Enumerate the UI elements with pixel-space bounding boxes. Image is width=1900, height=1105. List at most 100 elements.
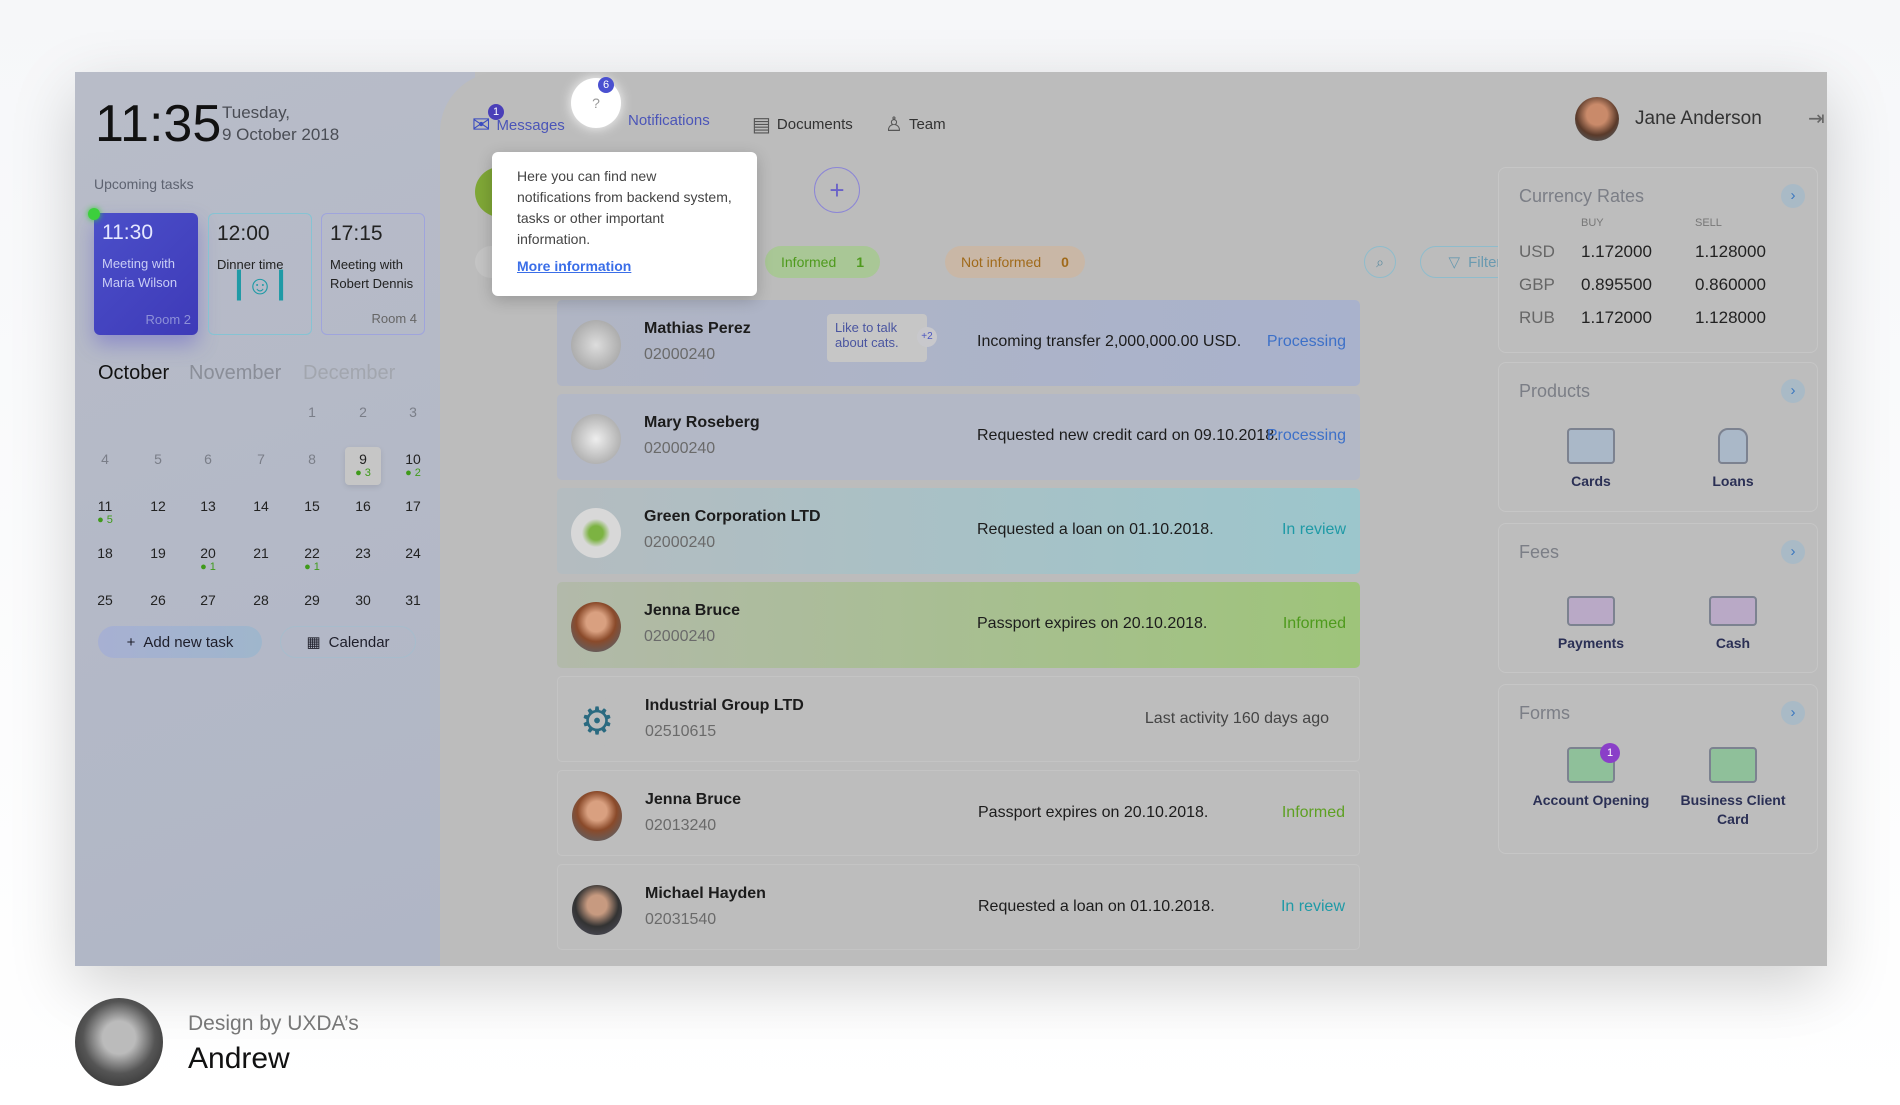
- calendar-label: Calendar: [328, 633, 390, 651]
- currency-rates-card: Currency Rates › BUY SELL USD 1.172000 1.1…: [1498, 167, 1818, 353]
- note-tag[interactable]: Like to talk about cats.: [827, 314, 927, 362]
- tab-label: Messages: [496, 116, 565, 134]
- calendar-day[interactable]: 16: [345, 494, 381, 532]
- user-avatar[interactable]: [1575, 97, 1619, 141]
- tab-team[interactable]: ♙ Team: [885, 112, 946, 137]
- calendar-day[interactable]: 29: [294, 588, 330, 626]
- calendar-day[interactable]: 4: [87, 447, 123, 485]
- calendar-day[interactable]: 12: [140, 494, 176, 532]
- day-number: 30: [355, 592, 371, 608]
- row-message: Requested a loan on 01.10.2018.: [978, 898, 1215, 915]
- fee-label: Cash: [1715, 635, 1751, 651]
- status-label: Informed: [1282, 615, 1346, 632]
- product-label: Loans: [1712, 473, 1754, 489]
- client-row[interactable]: Jenna Bruce 02013240 Passport expires on 2…: [557, 770, 1360, 856]
- chevron-right-icon[interactable]: ›: [1781, 379, 1805, 403]
- calendar-day[interactable]: 1: [294, 400, 330, 438]
- form-account-opening[interactable]: Account Opening: [1531, 747, 1651, 810]
- calendar-day[interactable]: 27: [190, 588, 226, 626]
- day-number: 14: [253, 498, 269, 514]
- month-december[interactable]: December: [303, 362, 395, 385]
- avatar: [571, 602, 621, 652]
- calendar-day[interactable]: 25: [87, 588, 123, 626]
- person-icon: ♙: [885, 114, 903, 136]
- calendar-day[interactable]: 6: [190, 447, 226, 485]
- calendar-day[interactable]: 7: [243, 447, 279, 485]
- filter-not-informed[interactable]: Not informed 0: [945, 246, 1085, 278]
- date: 9 October 2018: [222, 125, 340, 144]
- calendar-day[interactable]: 17: [395, 494, 431, 532]
- calendar-day[interactable]: 15: [294, 494, 330, 532]
- tab-notifications[interactable]: Notifications: [628, 112, 710, 129]
- more-information-link[interactable]: More information: [517, 258, 732, 274]
- task-card[interactable]: 12:00 Dinner time ┃☺┃: [208, 213, 312, 335]
- task-card[interactable]: 17:15 Meeting with Robert Dennis Room 4: [321, 213, 425, 335]
- client-row[interactable]: Mathias Perez 02000240 Incoming transfer 2…: [557, 300, 1360, 386]
- client-row[interactable]: ⚙ Industrial Group LTD 02510615 Last activi…: [557, 676, 1360, 762]
- calendar-day[interactable]: 26: [140, 588, 176, 626]
- product-label: Cards: [1571, 473, 1611, 489]
- client-name: Mary Roseberg: [644, 414, 760, 431]
- gear-logo-icon: ⚙: [572, 697, 622, 747]
- fee-cash[interactable]: Cash: [1673, 596, 1793, 653]
- month-november[interactable]: November: [189, 362, 281, 385]
- tab-documents[interactable]: ▤ Documents: [752, 112, 853, 137]
- plus-icon: +: [126, 633, 136, 651]
- calendar-day[interactable]: 5: [140, 447, 176, 485]
- tab-messages[interactable]: ✉ 1 Messages: [472, 104, 565, 138]
- add-button[interactable]: +: [814, 167, 860, 213]
- client-row[interactable]: Mary Roseberg 02000240 Requested new credi…: [557, 394, 1360, 480]
- calendar-day[interactable]: 2: [345, 400, 381, 438]
- calendar-day[interactable]: 13: [190, 494, 226, 532]
- calendar-day[interactable]: 28: [243, 588, 279, 626]
- calendar-day[interactable]: 3: [395, 400, 431, 438]
- day-number: 24: [405, 545, 421, 561]
- calendar-day[interactable]: 30: [345, 588, 381, 626]
- calendar-day[interactable]: 14: [243, 494, 279, 532]
- calendar-day[interactable]: 18: [87, 541, 123, 579]
- product-loans[interactable]: Loans: [1673, 428, 1793, 491]
- day-number: 2: [359, 404, 367, 420]
- add-new-task-button[interactable]: + Add new task: [98, 626, 262, 658]
- task-card[interactable]: 11:30 Meeting with Maria Wilson Room 2: [94, 213, 198, 335]
- day-number: 1: [308, 404, 316, 420]
- left-sidebar: 11:35 Tuesday, 9 October 2018 Upcoming ta…: [75, 72, 475, 966]
- clock-time: 11:35: [95, 95, 222, 153]
- fee-payments[interactable]: Payments: [1531, 596, 1651, 653]
- day-number: 22: [304, 545, 320, 561]
- calendar-day[interactable]: 23: [345, 541, 381, 579]
- calendar-day[interactable]: 8: [294, 447, 330, 485]
- dinner-icon: ┃☺┃: [231, 270, 289, 300]
- card-title: Products: [1519, 381, 1591, 401]
- sell-rate: 0.860000: [1695, 275, 1766, 294]
- filter-informed[interactable]: Informed 1: [765, 246, 881, 278]
- client-row[interactable]: Green Corporation LTD 02000240 Requested a…: [557, 488, 1360, 574]
- calendar-day[interactable]: 24: [395, 541, 431, 579]
- product-cards[interactable]: Cards: [1531, 428, 1651, 491]
- calendar-day[interactable]: 31: [395, 588, 431, 626]
- forms-card: Forms › Account Opening 1 Business Clien…: [1498, 684, 1818, 854]
- client-row[interactable]: Michael Hayden 02031540 Requested a loan o…: [557, 864, 1360, 950]
- note-more-badge[interactable]: +2: [917, 327, 937, 347]
- card-title: Fees: [1519, 542, 1560, 562]
- calendar-day[interactable]: 19: [140, 541, 176, 579]
- client-row[interactable]: Jenna Bruce 02000240 Passport expires on 2…: [557, 582, 1360, 668]
- calendar-day[interactable]: 10 ● 2: [395, 447, 431, 485]
- day-number: 17: [405, 498, 421, 514]
- chevron-right-icon[interactable]: ›: [1781, 184, 1805, 208]
- chevron-right-icon[interactable]: ›: [1781, 540, 1805, 564]
- calendar-day[interactable]: 9 ● 3: [345, 447, 381, 485]
- task-room: Room 2: [145, 312, 191, 327]
- calendar-day[interactable]: 21: [243, 541, 279, 579]
- day-number: 15: [304, 498, 320, 514]
- calendar-day[interactable]: 20 ● 1: [190, 541, 226, 579]
- logout-icon[interactable]: ⇥: [1808, 106, 1825, 131]
- calendar-button[interactable]: ▦ Calendar: [280, 626, 416, 658]
- calendar-day[interactable]: 11 ● 5: [87, 494, 123, 532]
- form-business-client-card[interactable]: Business Client Card: [1673, 747, 1793, 829]
- search-icon[interactable]: ⌕: [1364, 246, 1396, 278]
- task-time: 17:15: [330, 222, 383, 245]
- month-october[interactable]: October: [98, 362, 169, 385]
- chevron-right-icon[interactable]: ›: [1781, 701, 1805, 725]
- calendar-day[interactable]: 22 ● 1: [294, 541, 330, 579]
